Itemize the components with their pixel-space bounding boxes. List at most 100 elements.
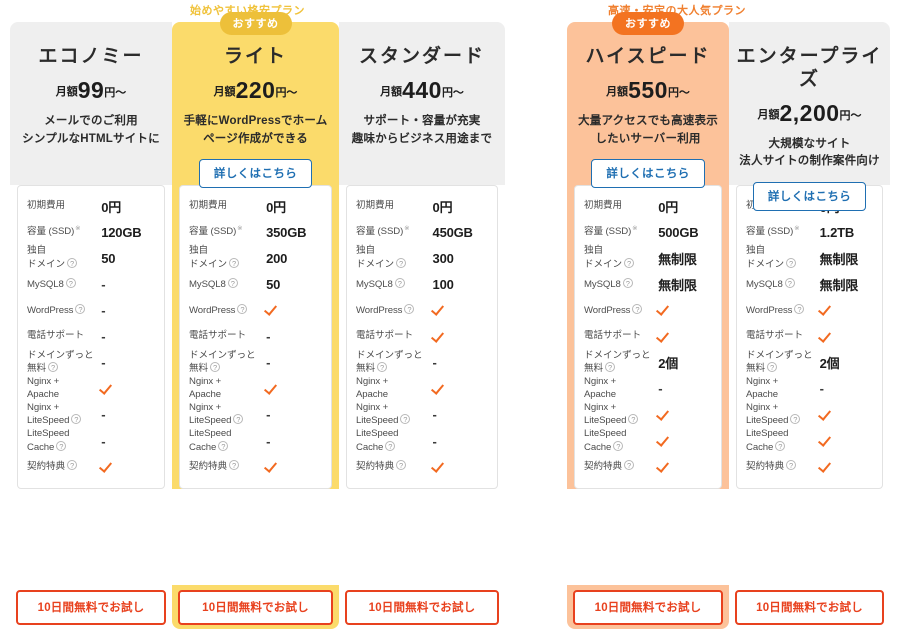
help-icon[interactable]: ?: [377, 362, 387, 373]
help-icon[interactable]: ?: [66, 257, 77, 268]
trial-button-cell: 10日間無料でお試し: [339, 585, 505, 629]
help-icon[interactable]: ?: [210, 362, 220, 373]
help-icon[interactable]: ?: [228, 257, 239, 268]
plan-description: サポート・容量が充実 趣味からビジネス用途まで: [351, 114, 493, 145]
spec-value: -: [101, 329, 155, 344]
free-trial-button[interactable]: 10日間無料でお試し: [345, 589, 499, 625]
spec-row: 初期費用 0円: [584, 193, 712, 219]
free-trial-button[interactable]: 10日間無料でお試し: [573, 589, 723, 625]
price-suffix: 円〜: [104, 86, 127, 99]
free-trial-button[interactable]: 10日間無料でお試し: [16, 589, 166, 625]
plan-header: おすすめ ライト 月額220円〜 手軽にWordPressでホーム ページ作成ができる詳…: [172, 12, 339, 189]
help-icon[interactable]: ?: [394, 277, 405, 288]
spec-row: ドメインずっと 無料? 2個: [584, 350, 712, 376]
spec-value-text: 2個: [819, 356, 840, 372]
spec-panel-wrap: 初期費用 0円 容量 (SSD)※ 500GB 独自 ドメイン? 無制限 MySQL8? 無制限…: [567, 185, 729, 490]
spec-table: 初期費用 0円 容量 (SSD)※ 450GB 独自 ドメイン? 300 MySQL8? 100…: [346, 185, 498, 490]
spec-value: [433, 301, 488, 319]
help-icon[interactable]: ?: [385, 440, 396, 451]
help-icon[interactable]: ?: [395, 257, 406, 268]
spec-row: ドメインずっと 無料? -: [189, 350, 322, 376]
spec-label: 容量 (SSD)※: [746, 225, 800, 238]
spec-value: 100: [433, 277, 488, 292]
trial-button-cell: 10日間無料でお試し: [10, 585, 172, 629]
help-icon[interactable]: ?: [794, 303, 805, 314]
help-icon[interactable]: ?: [48, 362, 58, 373]
spec-value: 350GB: [266, 225, 322, 240]
check-icon: [433, 301, 448, 316]
spec-row: 独自 ドメイン? 無制限: [584, 245, 712, 271]
spec-label: 独自 ドメイン?: [584, 245, 658, 271]
spec-value-text: 0円: [658, 199, 679, 215]
help-icon[interactable]: ?: [632, 303, 643, 314]
help-icon[interactable]: ?: [395, 460, 406, 471]
spec-value: [266, 380, 322, 398]
spec-value: 1.2TB: [820, 225, 873, 240]
spec-label: LiteSpeed Cache?: [189, 427, 232, 453]
spec-label: 電話サポート: [584, 330, 641, 342]
price-suffix: 円〜: [667, 86, 690, 99]
help-icon[interactable]: ?: [227, 277, 238, 288]
price-prefix: 月額: [606, 85, 629, 98]
spec-value: [433, 328, 488, 346]
spec-label: LiteSpeed Cache?: [356, 427, 399, 453]
spec-value: [658, 406, 712, 424]
help-icon[interactable]: ?: [404, 303, 415, 314]
spec-value-text: 無制限: [658, 277, 697, 293]
help-icon[interactable]: ?: [613, 440, 624, 451]
help-icon[interactable]: ?: [628, 414, 639, 425]
help-icon[interactable]: ?: [785, 460, 796, 471]
free-trial-button[interactable]: 10日間無料でお試し: [735, 589, 884, 625]
check-icon: [433, 380, 448, 395]
spec-value-text: -: [658, 381, 663, 397]
plan-column-3: スタンダード 月額440円〜 サポート・容量が充実 趣味からビジネス用途まで 初期費用 0…: [339, 22, 505, 490]
price-amount: 440: [402, 76, 442, 103]
help-icon[interactable]: ?: [784, 277, 795, 288]
help-icon[interactable]: ?: [622, 277, 633, 288]
help-icon[interactable]: ?: [71, 414, 82, 425]
spec-value-text: 450GB: [432, 224, 473, 240]
spec-value: 200: [266, 251, 322, 266]
spec-value-text: -: [101, 433, 106, 449]
check-icon: [433, 458, 448, 473]
help-icon[interactable]: ?: [65, 277, 76, 288]
help-icon[interactable]: ?: [237, 303, 248, 314]
spec-value-text: 100: [432, 276, 454, 292]
price-prefix: 月額: [757, 108, 780, 121]
pricing-comparison-page: 始めやすい格安プラン 高速・安定の大人気プラン エコノミー 月額99円〜 メールでの…: [0, 0, 900, 629]
help-icon[interactable]: ?: [66, 460, 77, 471]
help-icon[interactable]: ?: [623, 257, 634, 268]
asterisk-marker: ※: [75, 225, 81, 233]
spec-value: -: [266, 329, 322, 344]
plan-detail-button[interactable]: 詳しくはこちら: [591, 159, 705, 189]
plan-detail-button[interactable]: 詳しくはこちら: [752, 182, 867, 212]
help-icon[interactable]: ?: [400, 414, 411, 425]
spec-label: Nginx + LiteSpeed?: [27, 402, 101, 428]
check-icon: [820, 301, 835, 316]
free-trial-button[interactable]: 10日間無料でお試し: [178, 589, 333, 625]
spec-value: -: [658, 381, 712, 396]
spec-row: 電話サポート: [356, 324, 488, 350]
spec-row: MySQL8? 無制限: [584, 271, 712, 297]
help-icon[interactable]: ?: [218, 440, 229, 451]
spec-label: 契約特典?: [189, 460, 266, 474]
spec-value: 無制限: [658, 249, 712, 268]
plan-column-2: おすすめ ライト 月額220円〜 手軽にWordPressでホーム ページ作成ができる詳…: [172, 12, 339, 490]
help-icon[interactable]: ?: [605, 362, 615, 373]
help-icon[interactable]: ?: [623, 460, 634, 471]
help-icon[interactable]: ?: [228, 460, 239, 471]
plan-detail-button[interactable]: 詳しくはこちら: [198, 159, 313, 189]
help-icon[interactable]: ?: [767, 362, 777, 373]
help-icon[interactable]: ?: [56, 440, 67, 451]
spec-label: WordPress?: [27, 303, 101, 318]
plan-name: ハイスピード: [585, 46, 711, 67]
help-icon[interactable]: ?: [785, 257, 796, 268]
help-icon[interactable]: ?: [75, 303, 86, 314]
spec-value: -: [101, 407, 155, 422]
spec-label: 初期費用: [189, 199, 227, 211]
help-icon[interactable]: ?: [775, 440, 786, 451]
help-icon[interactable]: ?: [233, 414, 244, 425]
help-icon[interactable]: ?: [790, 414, 801, 425]
spec-value-text: -: [101, 407, 106, 423]
plan-price: 月額99円〜: [10, 78, 172, 102]
